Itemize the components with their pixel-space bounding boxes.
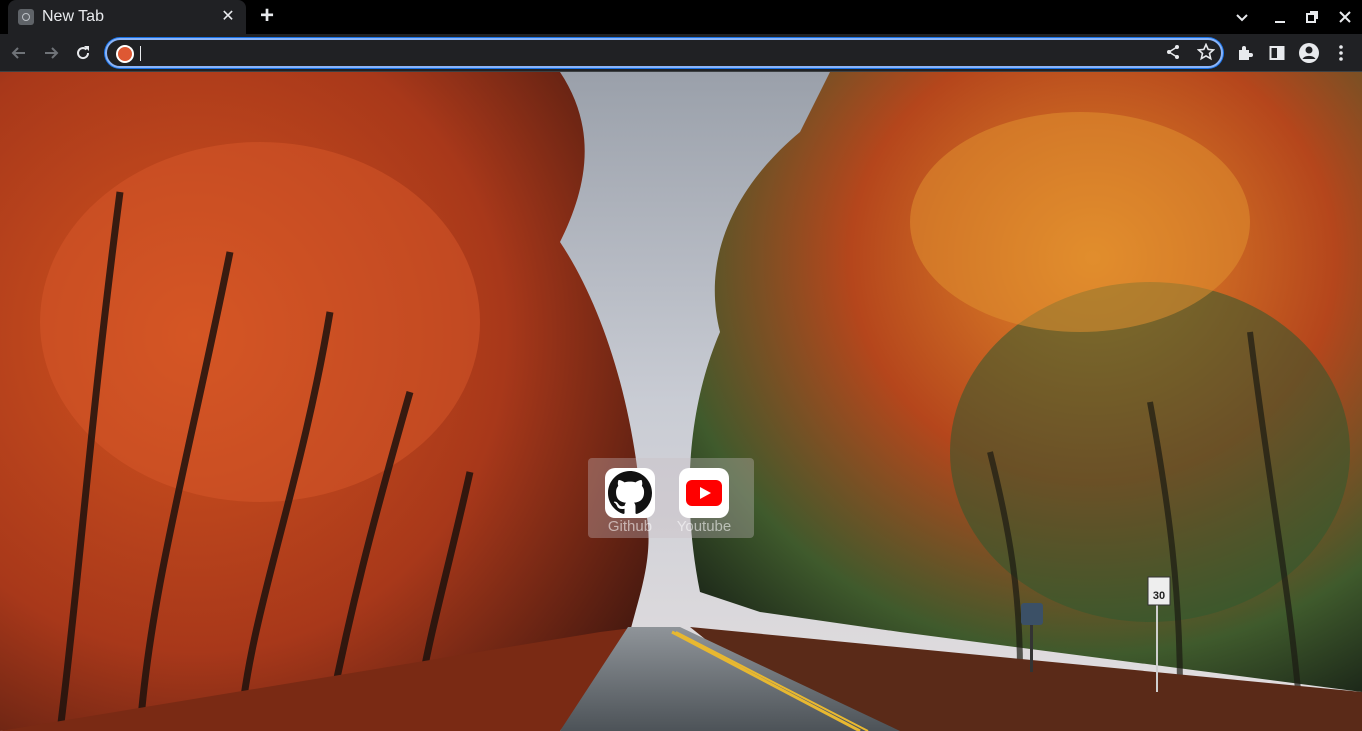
github-icon xyxy=(605,468,655,518)
address-bar[interactable] xyxy=(105,38,1223,68)
duckduckgo-icon xyxy=(116,45,134,63)
new-tab-icon xyxy=(18,9,34,25)
shortcut-github[interactable]: Github xyxy=(603,468,657,535)
extensions-icon[interactable] xyxy=(1232,40,1258,66)
side-panel-icon[interactable] xyxy=(1264,40,1290,66)
forward-arrow-icon[interactable] xyxy=(38,40,64,66)
background-wallpaper: 30 xyxy=(0,72,1362,731)
new-tab-page: 30 Github Youtube xyxy=(0,72,1362,731)
svg-text:30: 30 xyxy=(1153,590,1165,602)
bookmark-star-icon[interactable] xyxy=(1196,42,1216,66)
minimize-icon[interactable] xyxy=(1270,7,1290,27)
tab-strip: New Tab ✕ + xyxy=(0,0,1362,34)
reload-icon[interactable] xyxy=(70,40,96,66)
menu-icon[interactable] xyxy=(1328,40,1354,66)
address-input[interactable] xyxy=(139,43,1139,63)
profile-icon[interactable] xyxy=(1296,40,1322,66)
restore-icon[interactable] xyxy=(1302,7,1322,27)
share-icon[interactable] xyxy=(1165,44,1181,65)
tab-close-icon[interactable]: ✕ xyxy=(220,9,236,25)
tab-title: New Tab xyxy=(42,8,104,25)
new-tab-button[interactable]: + xyxy=(254,4,280,29)
close-icon[interactable] xyxy=(1335,7,1355,27)
youtube-icon xyxy=(679,468,729,518)
tab-search-icon[interactable] xyxy=(1232,7,1252,27)
shortcut-label: Youtube xyxy=(676,518,732,535)
tab-new-tab[interactable]: New Tab ✕ xyxy=(8,0,246,34)
shortcut-label: Github xyxy=(607,518,653,535)
text-caret xyxy=(140,46,141,61)
shortcut-youtube[interactable]: Youtube xyxy=(677,468,731,535)
toolbar xyxy=(0,34,1362,72)
shortcuts-panel: Github Youtube xyxy=(588,458,754,538)
back-arrow-icon[interactable] xyxy=(6,40,32,66)
